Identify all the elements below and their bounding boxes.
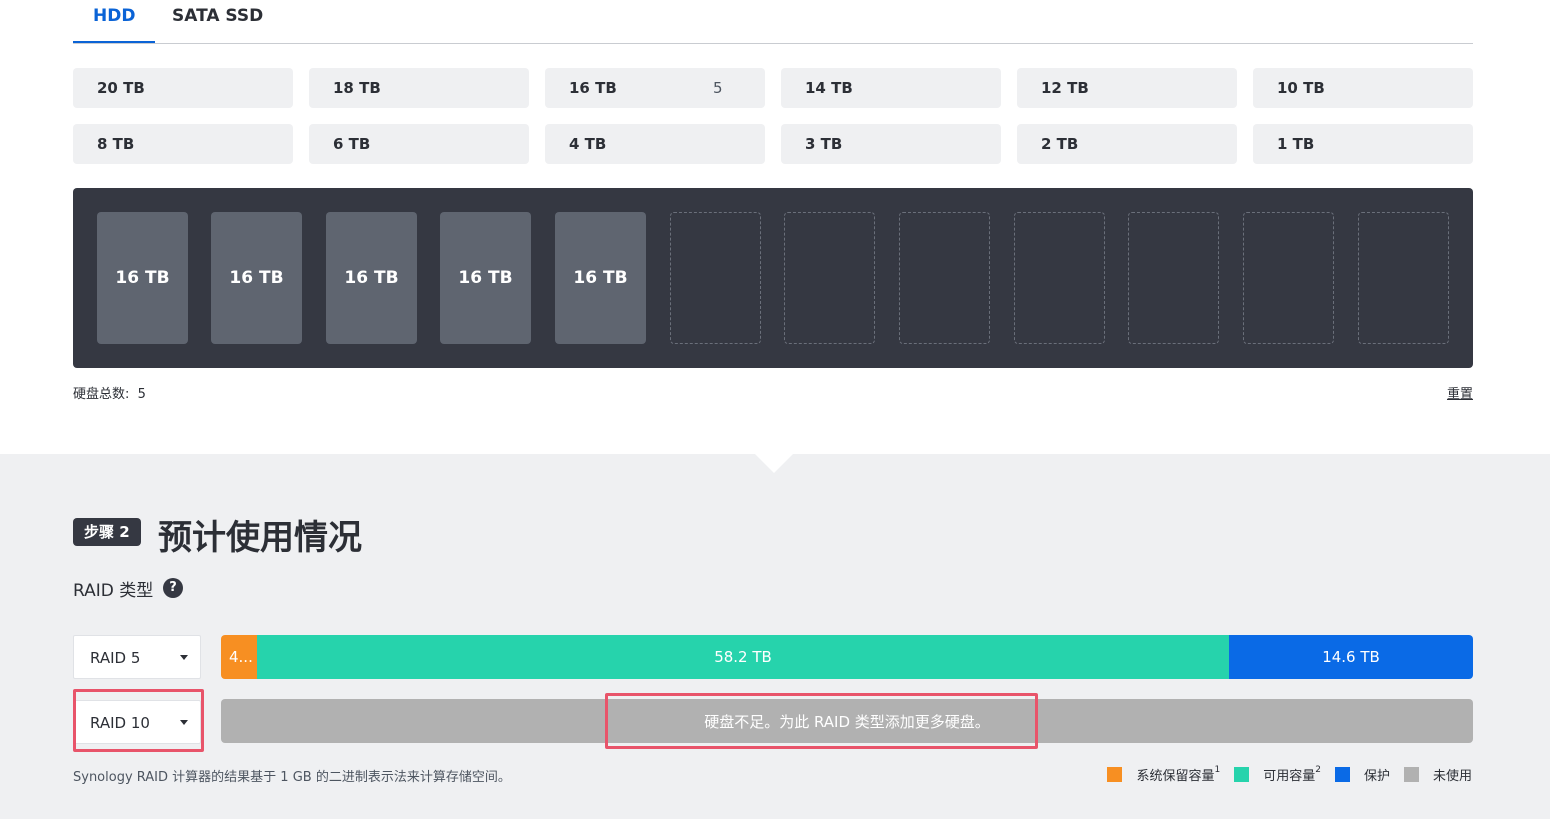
raid-select-1[interactable]: RAID 5	[73, 635, 201, 679]
legend-item-protection: 保护	[1334, 765, 1390, 784]
drive-slot-3[interactable]: 16 TB	[326, 212, 417, 344]
capacity-grid: 20 TB 18 TB 16 TB 5 14 TB 12 TB 10 TB 8 T…	[73, 68, 1473, 164]
empty-slot-8	[899, 212, 990, 344]
drive-slot-4[interactable]: 16 TB	[440, 212, 531, 344]
drive-slot-label: 16 TB	[458, 268, 513, 288]
capacity-bar-raid5: 4... 58.2 TB 14.6 TB	[221, 635, 1473, 679]
disk-type-tabs: HDD SATA SSD	[72, 0, 1473, 44]
empty-slot-12	[1358, 212, 1449, 344]
capacity-label: 12 TB	[1041, 79, 1089, 97]
segment-protection: 14.6 TB	[1229, 635, 1473, 679]
page-title: 预计使用情况	[158, 518, 362, 558]
highlight-box-select	[73, 689, 204, 752]
legend-label: 可用容量	[1263, 769, 1316, 784]
capacity-button-10tb[interactable]: 10 TB	[1253, 68, 1473, 108]
raid-type-label: RAID 类型	[73, 581, 154, 601]
total-disk-label: 硬盘总数:	[73, 387, 130, 402]
legend-swatch	[1107, 767, 1123, 782]
tab-hdd[interactable]: HDD	[72, 6, 157, 43]
drive-bay: 16 TB 16 TB 16 TB 16 TB 16 TB	[73, 188, 1473, 368]
legend-label: 保护	[1363, 769, 1390, 784]
capacity-label: 20 TB	[97, 79, 145, 97]
capacity-button-3tb[interactable]: 3 TB	[781, 124, 1001, 164]
capacity-label: 18 TB	[333, 79, 381, 97]
highlight-box-message	[605, 693, 1038, 749]
empty-slot-6	[670, 212, 761, 344]
legend-item-unused: 未使用	[1403, 765, 1472, 784]
capacity-button-16tb[interactable]: 16 TB 5	[545, 68, 765, 108]
empty-slot-11	[1243, 212, 1334, 344]
legend-sup: 2	[1315, 764, 1321, 775]
capacity-button-1tb[interactable]: 1 TB	[1253, 124, 1473, 164]
chevron-down-icon	[180, 655, 188, 660]
step-badge: 步骤 2	[73, 518, 141, 546]
capacity-button-6tb[interactable]: 6 TB	[309, 124, 529, 164]
drive-slot-label: 16 TB	[344, 268, 399, 288]
capacity-label: 2 TB	[1041, 135, 1079, 153]
capacity-count: 5	[713, 79, 723, 97]
help-icon[interactable]: ?	[163, 578, 183, 598]
drive-slot-1[interactable]: 16 TB	[97, 212, 188, 344]
footnote: Synology RAID 计算器的结果基于 1 GB 的二进制表示法来计算存储…	[73, 770, 511, 785]
drive-slot-2[interactable]: 16 TB	[211, 212, 302, 344]
section-notch	[755, 454, 793, 473]
drive-slot-label: 16 TB	[115, 268, 170, 288]
capacity-label: 8 TB	[97, 135, 135, 153]
legend-sup: 1	[1214, 764, 1221, 775]
capacity-button-2tb[interactable]: 2 TB	[1017, 124, 1237, 164]
capacity-label: 1 TB	[1277, 135, 1315, 153]
capacity-label: 4 TB	[569, 135, 607, 153]
total-disk-value: 5	[137, 387, 146, 402]
legend: 系统保留容量 1 可用容量 2 保护 未使用	[1093, 765, 1472, 784]
capacity-button-4tb[interactable]: 4 TB	[545, 124, 765, 164]
capacity-label: 14 TB	[805, 79, 853, 97]
drive-slot-label: 16 TB	[573, 268, 628, 288]
legend-swatch	[1334, 767, 1350, 782]
capacity-button-18tb[interactable]: 18 TB	[309, 68, 529, 108]
legend-label: 未使用	[1432, 769, 1472, 784]
reset-link[interactable]: 重置	[1447, 383, 1473, 402]
empty-slot-9	[1014, 212, 1105, 344]
legend-swatch	[1234, 767, 1250, 782]
segment-available: 58.2 TB	[257, 635, 1229, 679]
capacity-button-12tb[interactable]: 12 TB	[1017, 68, 1237, 108]
drive-slot-label: 16 TB	[229, 268, 284, 288]
capacity-button-14tb[interactable]: 14 TB	[781, 68, 1001, 108]
capacity-label: 3 TB	[805, 135, 843, 153]
empty-slot-7	[784, 212, 875, 344]
drive-slot-5[interactable]: 16 TB	[555, 212, 646, 344]
legend-label: 系统保留容量	[1136, 769, 1215, 784]
segment-system-reserved: 4...	[221, 635, 257, 679]
capacity-label: 10 TB	[1277, 79, 1325, 97]
legend-item-available: 可用容量 2	[1234, 765, 1321, 784]
capacity-label: 6 TB	[333, 135, 371, 153]
capacity-button-8tb[interactable]: 8 TB	[73, 124, 293, 164]
raid-select-value: RAID 5	[90, 649, 141, 667]
total-disk-count: 硬盘总数: 5	[73, 383, 146, 402]
empty-slot-10	[1128, 212, 1219, 344]
tab-sata-ssd[interactable]: SATA SSD	[172, 6, 263, 26]
capacity-button-20tb[interactable]: 20 TB	[73, 68, 293, 108]
capacity-label: 16 TB	[569, 79, 617, 97]
legend-swatch	[1403, 767, 1419, 782]
legend-item-system: 系统保留容量 1	[1107, 765, 1220, 784]
